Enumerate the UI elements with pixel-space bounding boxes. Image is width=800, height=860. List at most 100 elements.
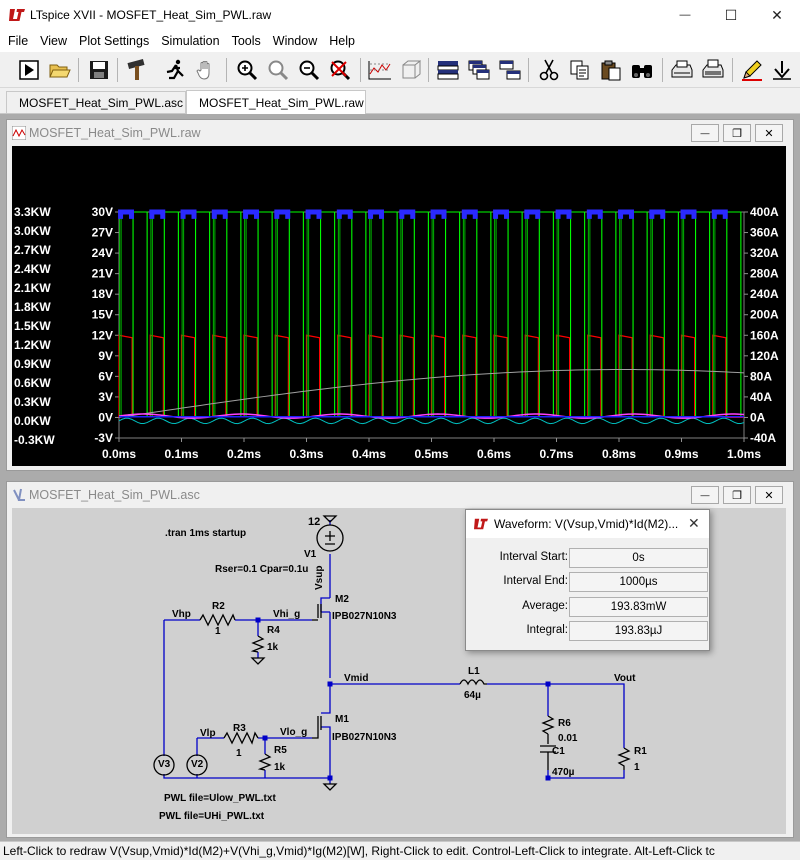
pwl-uhi[interactable]: PWL file=UHi_PWL.txt — [159, 811, 264, 822]
v1-label[interactable]: V1 — [304, 549, 316, 560]
m2-part[interactable]: IPB027N10N3 — [332, 611, 396, 622]
l1-name[interactable]: L1 — [468, 666, 480, 677]
schematic-close-button[interactable]: ✕ — [755, 486, 783, 504]
cascade-icon[interactable] — [466, 57, 492, 83]
r3-name[interactable]: R3 — [233, 723, 246, 734]
hand-icon[interactable] — [193, 57, 219, 83]
trace-label-vmid[interactable]: V(vmid) — [560, 180, 604, 194]
print-icon[interactable] — [700, 57, 726, 83]
tab-label: MOSFET_Heat_Sim_PWL.asc — [19, 95, 184, 110]
schematic-window-titlebar[interactable]: MOSFET_Heat_Sim_PWL.asc — ❐ ✕ — [7, 482, 793, 508]
m1-name[interactable]: M1 — [335, 714, 349, 725]
menu-window[interactable]: Window — [267, 34, 323, 48]
r1-value[interactable]: 1 — [634, 762, 640, 773]
run-man-icon[interactable] — [162, 57, 188, 83]
zoom-full-icon[interactable] — [265, 57, 291, 83]
3d-box-icon[interactable] — [397, 57, 423, 83]
net-vlp[interactable]: Vlp — [200, 728, 216, 739]
r6-name[interactable]: R6 — [558, 718, 571, 729]
tile-vertical-icon[interactable] — [497, 57, 523, 83]
run-icon[interactable] — [16, 57, 42, 83]
net-vout[interactable]: Vout — [614, 673, 635, 684]
y-tick-label-kw: 0.3KW — [14, 395, 51, 409]
trace-label-pm2[interactable]: V(Vsup,Vmid)*Id(M2)+V(Vhi_g,Vmid)*Ig(M2) — [130, 148, 376, 162]
r5-name[interactable]: R5 — [274, 745, 287, 756]
paste-icon[interactable] — [598, 57, 624, 83]
close-icon: ✕ — [764, 489, 774, 502]
v1-params[interactable]: Rser=0.1 Cpar=0.1u — [215, 564, 308, 575]
c1-value[interactable]: 470µ — [552, 767, 574, 778]
schematic-window-title: MOSFET_Heat_Sim_PWL.asc — [29, 488, 200, 502]
arrow-down-icon[interactable] — [769, 57, 795, 83]
r1-name[interactable]: R1 — [634, 746, 647, 757]
open-icon[interactable] — [47, 57, 73, 83]
pwl-ulow[interactable]: PWL file=Ulow_PWL.txt — [164, 793, 276, 804]
plot-canvas[interactable]: 30V 400A 27V 360A 24V 320A 21V 280A 18V 240A 15V 20… — [12, 146, 786, 466]
trace-label-vhp[interactable]: V(vhp) — [563, 164, 600, 178]
r2-value[interactable]: 1 — [215, 626, 221, 637]
net-vhp[interactable]: Vhp — [172, 609, 191, 620]
integral-label: Integral: — [526, 624, 568, 636]
l1-value[interactable]: 64µ — [464, 690, 481, 701]
minimize-icon: — — [700, 490, 710, 500]
v2-name[interactable]: V2 — [191, 759, 203, 770]
plot-minimize-button[interactable]: — — [691, 124, 719, 142]
menu-view[interactable]: View — [34, 34, 73, 48]
save-icon[interactable] — [86, 57, 112, 83]
waveform-plot[interactable]: 30V 400A 27V 360A 24V 320A 21V 280A 18V 240A 15V 20… — [12, 146, 786, 466]
minimize-button[interactable]: — — [662, 0, 708, 30]
hammer-icon[interactable] — [124, 57, 150, 83]
r4-value[interactable]: 1k — [267, 642, 278, 653]
plot-window-titlebar[interactable]: MOSFET_Heat_Sim_PWL.raw — ❐ ✕ — [7, 120, 793, 146]
c1-name[interactable]: C1 — [552, 746, 565, 757]
tran-directive[interactable]: .tran 1ms startup — [165, 528, 246, 539]
v3-name[interactable]: V3 — [158, 759, 170, 770]
trace-label-idm1[interactable]: Id(M1) — [565, 196, 600, 210]
trace-vhp — [118, 209, 728, 219]
plot-close-button[interactable]: ✕ — [755, 124, 783, 142]
trace-label-pm1[interactable]: V(Vmid)*Id(M1)+V(Vlo_g)*Ig(M1) — [486, 148, 667, 162]
menu-simulation[interactable]: Simulation — [155, 34, 225, 48]
zoom-in-icon[interactable] — [234, 57, 260, 83]
r2-name[interactable]: R2 — [212, 601, 225, 612]
tab-schematic[interactable]: MOSFET_Heat_Sim_PWL.asc — [6, 91, 186, 113]
close-button[interactable]: ✕ — [754, 0, 800, 30]
autorange-icon[interactable] — [367, 57, 393, 83]
y-tick-label-v: 9V — [98, 349, 113, 363]
schematic-restore-button[interactable]: ❐ — [723, 486, 751, 504]
r5-value[interactable]: 1k — [274, 762, 285, 773]
net-vlo-g[interactable]: Vlo_g — [280, 727, 307, 738]
tab-waveform[interactable]: MOSFET_Heat_Sim_PWL.raw — [186, 90, 366, 114]
zoom-out-icon[interactable] — [296, 57, 322, 83]
net-vhi-g[interactable]: Vhi_g — [273, 609, 300, 620]
trace-label-vlp[interactable]: V(vlp) — [245, 164, 278, 178]
net-vmid[interactable]: Vmid — [344, 673, 368, 684]
r3-value[interactable]: 1 — [236, 748, 242, 759]
schematic-minimize-button[interactable]: — — [691, 486, 719, 504]
net-vsup[interactable]: Vsup — [314, 566, 325, 590]
trace-idm1 — [118, 417, 745, 425]
copy-icon[interactable] — [567, 57, 593, 83]
menu-tools[interactable]: Tools — [226, 34, 267, 48]
m2-name[interactable]: M2 — [335, 594, 349, 605]
integral-row: Integral: 193.83µJ — [466, 621, 709, 641]
print-preview-icon[interactable] — [669, 57, 695, 83]
m1-part[interactable]: IPB027N10N3 — [332, 732, 396, 743]
zoom-cancel-icon[interactable] — [327, 57, 353, 83]
menu-help[interactable]: Help — [323, 34, 361, 48]
r4-name[interactable]: R4 — [267, 625, 280, 636]
menu-file[interactable]: File — [2, 34, 34, 48]
r6-value[interactable]: 0.01 — [558, 733, 577, 744]
trace-label-ir1[interactable]: I(R1) — [250, 196, 277, 210]
dialog-titlebar[interactable]: Waveform: V(Vsup,Vmid)*Id(M2)... ✕ — [466, 510, 709, 538]
trace-label-vout[interactable]: V(vout) — [242, 180, 283, 194]
pencil-icon[interactable] — [739, 57, 765, 83]
tile-horizontal-icon[interactable] — [435, 57, 461, 83]
v1-value[interactable]: 12 — [308, 516, 320, 528]
menu-plot-settings[interactable]: Plot Settings — [73, 34, 155, 48]
maximize-button[interactable]: ☐ — [708, 0, 754, 30]
cut-icon[interactable] — [536, 57, 562, 83]
dialog-close-icon[interactable]: ✕ — [688, 515, 700, 532]
plot-restore-button[interactable]: ❐ — [723, 124, 751, 142]
find-icon[interactable] — [629, 57, 655, 83]
